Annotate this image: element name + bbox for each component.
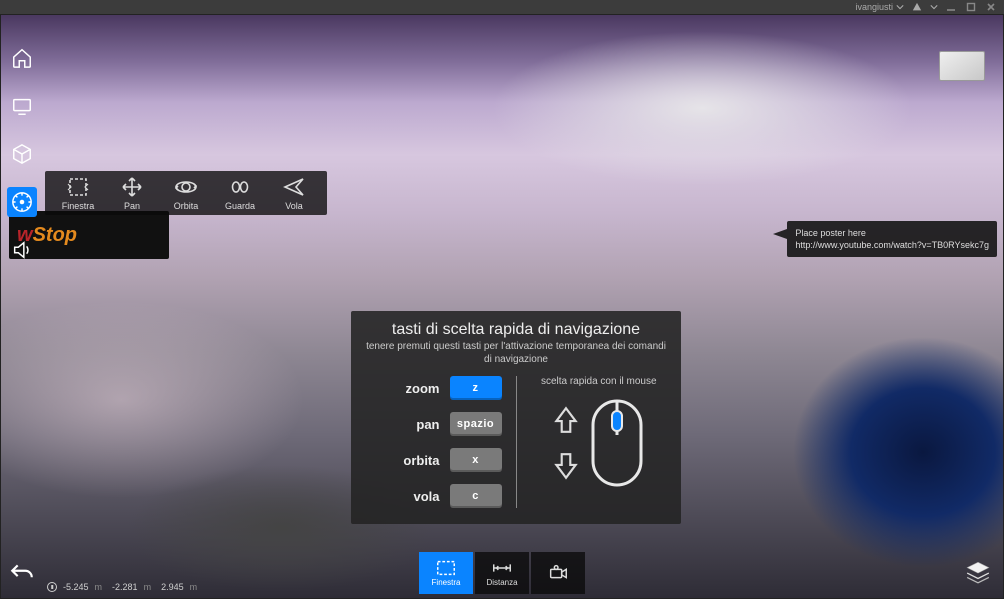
nav-pan[interactable]: Pan	[105, 175, 159, 211]
annotation-callout[interactable]: Place poster here http://www.youtube.com…	[787, 221, 997, 257]
shortcut-key: c	[450, 484, 502, 508]
bottom-toolbar: Finestra Distanza	[419, 552, 585, 594]
monitor-button[interactable]	[7, 91, 37, 121]
mouse-hint: scelta rapida con il mouse	[541, 376, 657, 387]
nav-orbita[interactable]: Orbita	[159, 175, 213, 211]
viewport-3d[interactable]: wStop Finestra Pan Orbita	[0, 14, 1004, 599]
nav-label: Finestra	[62, 201, 95, 211]
compass-button[interactable]	[7, 187, 37, 217]
shortcut-row-pan: pan spazio	[365, 412, 502, 436]
shortcuts-title: tasti di scelta rapida di navigazione	[365, 321, 667, 339]
shortcut-label: pan	[416, 417, 439, 432]
maximize-button[interactable]	[964, 0, 978, 14]
arrow-up-icon	[553, 405, 579, 435]
title-bar: ivangiusti	[0, 0, 1004, 14]
nav-label: Vola	[285, 201, 303, 211]
coord-y: -2.281	[112, 582, 138, 592]
mouse-icon	[589, 397, 645, 489]
left-toolbar	[7, 43, 37, 265]
nav-vola[interactable]: Vola	[267, 175, 321, 211]
undo-button[interactable]	[9, 561, 35, 592]
shortcut-label: vola	[413, 489, 439, 504]
shortcut-key: x	[450, 448, 502, 472]
coord-z: 2.945	[161, 582, 184, 592]
coord-x: -5.245	[63, 582, 89, 592]
shortcut-label: zoom	[406, 381, 440, 396]
nav-guarda[interactable]: Guarda	[213, 175, 267, 211]
shortcuts-key-list: zoom z pan spazio orbita x vola c	[365, 376, 502, 508]
shortcuts-mouse-panel: scelta rapida con il mouse	[531, 376, 668, 508]
minimize-button[interactable]	[944, 0, 958, 14]
shortcut-row-vola: vola c	[365, 484, 502, 508]
callout-title: Place poster here	[795, 227, 989, 239]
tool-label: Finestra	[432, 578, 461, 587]
arrow-down-icon	[553, 451, 579, 481]
info-icon[interactable]	[47, 582, 57, 592]
callout-url: http://www.youtube.com/watch?v=TB0RYsekc…	[795, 239, 989, 251]
nav-label: Orbita	[174, 201, 199, 211]
nav-label: Pan	[124, 201, 140, 211]
nav-label: Guarda	[225, 201, 255, 211]
chevron-down-icon	[930, 3, 938, 11]
tool-finestra[interactable]: Finestra	[419, 552, 473, 594]
cube-button[interactable]	[7, 139, 37, 169]
speaker-button[interactable]	[7, 235, 37, 265]
tool-label: Distanza	[486, 578, 517, 587]
shortcut-row-zoom: zoom z	[365, 376, 502, 400]
shortcut-key: spazio	[450, 412, 502, 436]
tool-distanza[interactable]: Distanza	[475, 552, 529, 594]
shortcut-row-orbita: orbita x	[365, 448, 502, 472]
close-button[interactable]	[984, 0, 998, 14]
home-button[interactable]	[7, 43, 37, 73]
shortcut-key: z	[450, 376, 502, 400]
layers-button[interactable]	[965, 559, 991, 590]
status-coordinates: -5.245m -2.281m 2.945m	[47, 582, 201, 592]
viewcube[interactable]	[939, 51, 985, 81]
shortcut-label: orbita	[403, 453, 439, 468]
navigation-flyout: Finestra Pan Orbita Guarda Vola	[45, 171, 327, 215]
username: ivangiusti	[855, 2, 893, 12]
user-menu[interactable]: ivangiusti	[855, 2, 904, 12]
shortcuts-overlay: tasti di scelta rapida di navigazione te…	[351, 311, 681, 524]
tool-camera-person[interactable]	[531, 552, 585, 594]
shortcuts-subtitle: tenere premuti questi tasti per l'attiva…	[365, 341, 667, 366]
app-logo	[910, 0, 924, 14]
nav-finestra[interactable]: Finestra	[51, 175, 105, 211]
chevron-down-icon	[896, 3, 904, 11]
